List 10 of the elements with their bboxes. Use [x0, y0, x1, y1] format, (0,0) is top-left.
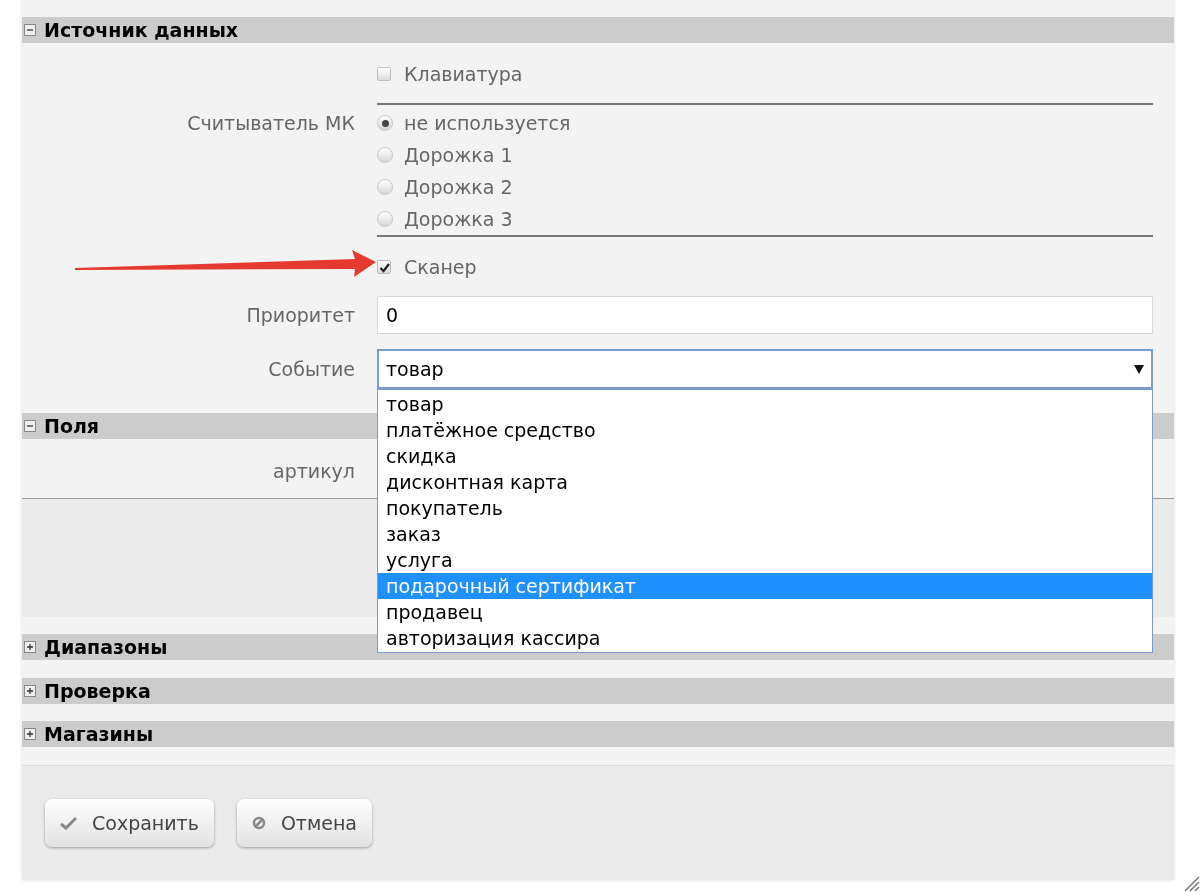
field-label: не используется — [404, 110, 571, 136]
field-label: Клавиатура — [404, 61, 523, 87]
field-label: Дорожка 1 — [404, 142, 513, 168]
field-label: Приоритет — [246, 302, 355, 328]
field-label: Сканер — [404, 254, 477, 280]
field-label: Дорожка 2 — [404, 174, 513, 200]
field-label: Событие — [268, 356, 355, 382]
field-label: артикул — [273, 458, 355, 484]
field-label: Дорожка 3 — [404, 206, 513, 232]
field-label: Считыватель МК — [187, 110, 355, 136]
